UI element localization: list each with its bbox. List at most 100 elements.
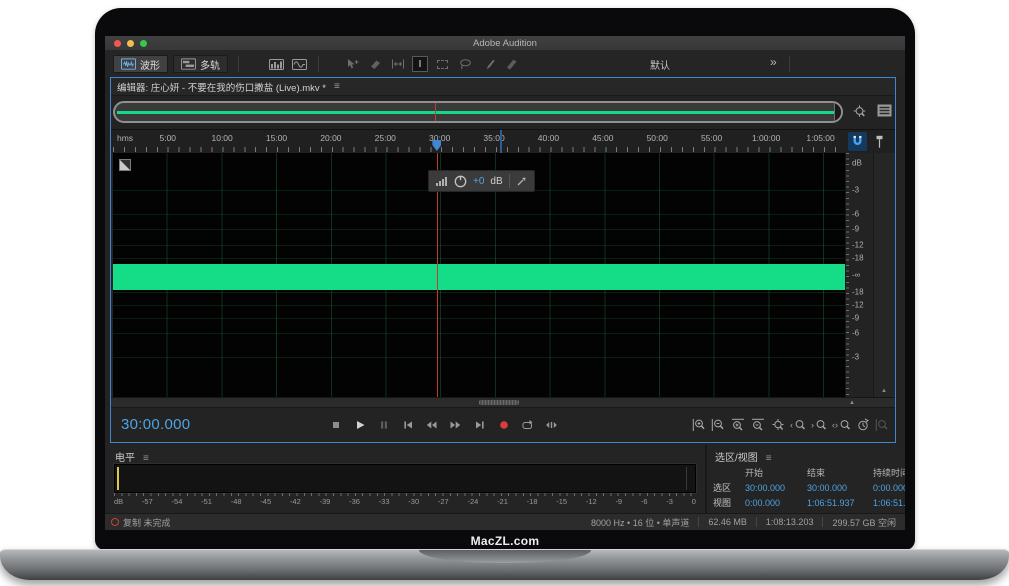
selection-view-table: 开始 结束 持续时间 选区 30:00.000 30:00.000 0:00.0… (713, 465, 905, 510)
zoom-to-in-point-button[interactable]: ‹ (790, 416, 807, 434)
skip-selection-button[interactable] (542, 416, 561, 434)
zoom-out-horizontal-button[interactable] (750, 416, 766, 434)
cancel-progress-icon[interactable] (111, 518, 119, 526)
rewind-button[interactable] (422, 416, 441, 434)
time-label: 15:00 (266, 133, 287, 143)
bottom-panels: 电平≡ dB -57 -54 -51 -48 -45 -42 (107, 445, 903, 513)
stop-button[interactable] (326, 416, 345, 434)
razor-tool-icon[interactable] (366, 55, 384, 73)
move-tool-icon[interactable] (343, 55, 361, 73)
time-label: 20:00 (320, 133, 341, 143)
horizontal-scrollbar[interactable]: ▲ (111, 397, 895, 407)
laptop-base (0, 549, 1009, 580)
marker-pin-icon[interactable] (872, 132, 886, 151)
meter-scale-label: -6 (641, 497, 648, 506)
grid-line (113, 245, 845, 246)
db-label: -6 (852, 210, 859, 219)
column-header: 持续时间 (873, 466, 905, 479)
clip-gain-icon[interactable] (119, 159, 131, 171)
vertical-scrollbar[interactable]: ▲ (873, 153, 895, 397)
waveform-view-icon (121, 58, 136, 70)
workspace-selector[interactable]: 默认 (650, 57, 670, 72)
db-label: -3 (852, 352, 859, 361)
selection-view-title-text: 选区/视图 (715, 453, 758, 464)
loop-playback-button[interactable] (518, 416, 537, 434)
zoom-to-out-point-button[interactable]: › (811, 416, 828, 434)
view-start-value[interactable]: 0:00.000 (745, 498, 807, 508)
waveform-view-button[interactable]: 波形 (113, 55, 168, 73)
time-label: 10:00 (211, 133, 232, 143)
spectral-frequency-display-button[interactable] (267, 55, 285, 73)
ruler-ticks (113, 147, 843, 152)
panel-menu-icon[interactable]: ≡ (143, 453, 149, 464)
playhead-time-display[interactable]: 30:00.000 (121, 416, 190, 433)
marquee-selection-tool-icon[interactable] (433, 55, 451, 73)
zoom-in-vertical-button[interactable] (692, 416, 707, 434)
meter-scale-label: -45 (260, 497, 271, 506)
editor-tab[interactable]: 编辑器: 庄心妍 - 不要在我的伤口撒盐 (Live).mkv * (117, 80, 326, 94)
zoom-in-horizontal-button[interactable] (730, 416, 746, 434)
zoom-full-button[interactable] (770, 416, 786, 434)
skip-to-end-button[interactable] (470, 416, 489, 434)
selection-view-title: 选区/视图 ≡ (715, 449, 772, 464)
laptop-base-notch (419, 550, 591, 563)
db-label: -18 (852, 287, 864, 296)
time-label: 45:00 (592, 133, 613, 143)
lasso-selection-tool-icon[interactable] (456, 55, 474, 73)
meter-scale-label: -15 (556, 497, 567, 506)
selection-duration-value[interactable]: 0:00.000 (873, 483, 905, 493)
selection-view-panel: 选区/视图 ≡ 开始 结束 持续时间 选区 30:00.000 30:00.000… (707, 445, 903, 513)
zoom-navigator-icon[interactable] (852, 104, 868, 119)
healing-brush-tool-icon[interactable] (502, 55, 520, 73)
meter-scale-label: -24 (467, 497, 478, 506)
magnet-icon (851, 135, 864, 148)
window-title: Adobe Audition (105, 38, 905, 49)
amplitude-ruler[interactable]: dB -3 -6 -9 -12 -18 -∞ -18 -12 -9 -6 -3 (845, 153, 873, 397)
ruler-marker (500, 130, 502, 153)
selection-start-value[interactable]: 30:00.000 (745, 483, 807, 493)
multitrack-view-button[interactable]: 多轨 (173, 55, 228, 73)
timeline-ruler[interactable]: hms 5:00 10:00 15:00 20:00 25:00 30:00 3… (111, 129, 895, 153)
selection-end-value[interactable]: 30:00.000 (807, 483, 873, 493)
hud-gain-value[interactable]: +0 (473, 176, 484, 187)
slip-tool-icon[interactable] (389, 55, 407, 73)
waveform-data (113, 264, 845, 290)
skip-to-start-button[interactable] (398, 416, 417, 434)
waveform-canvas[interactable]: +0 dB (113, 153, 845, 397)
brush-tool-icon[interactable] (479, 55, 497, 73)
volume-hud[interactable]: +0 dB (428, 170, 535, 192)
grid-line (113, 214, 845, 215)
hud-gain-unit: dB (490, 176, 502, 187)
db-label: -18 (852, 254, 864, 263)
app-window: Adobe Audition 波形 多轨 (105, 36, 905, 530)
hud-pin-icon[interactable] (516, 176, 527, 187)
range-selector[interactable] (113, 101, 843, 123)
waveform-area: +0 dB dB -3 -6 -9 (111, 153, 895, 397)
record-button[interactable] (494, 416, 513, 434)
panel-list-icon[interactable] (877, 104, 892, 119)
editor-tab-bar: 编辑器: 庄心妍 - 不要在我的伤口撒盐 (Live).mkv * ≡ (111, 78, 895, 96)
zoom-out-vertical-button[interactable] (711, 416, 726, 434)
hud-knob-icon[interactable] (454, 175, 467, 188)
panel-menu-icon[interactable]: ≡ (766, 453, 772, 464)
range-handle-right[interactable] (834, 103, 841, 121)
window-titlebar: Adobe Audition (105, 36, 905, 51)
time-selection-tool-icon[interactable]: I (412, 56, 428, 72)
db-label: -9 (852, 225, 859, 234)
pause-button[interactable] (374, 416, 393, 434)
snap-toggle-button[interactable] (848, 132, 867, 151)
play-button[interactable] (350, 416, 369, 434)
fast-forward-button[interactable] (446, 416, 465, 434)
view-duration-value[interactable]: 1:06:51.937 (873, 498, 905, 508)
waveform-view-label: 波形 (140, 57, 160, 72)
scrollbar-handle[interactable] (479, 400, 519, 405)
panel-menu-icon[interactable]: ≡ (334, 81, 340, 92)
waveform-display-button[interactable] (290, 55, 308, 73)
view-end-value[interactable]: 1:06:51.937 (807, 498, 873, 508)
free-space-text: 299.57 GB 空闲 (823, 514, 905, 530)
workspace-overflow-button[interactable]: » (770, 55, 777, 69)
zoom-history-button[interactable] (856, 416, 870, 434)
time-label: 5:00 (159, 133, 176, 143)
grid-line (113, 292, 845, 293)
zoom-to-selection-button[interactable]: ‹› (832, 416, 852, 434)
